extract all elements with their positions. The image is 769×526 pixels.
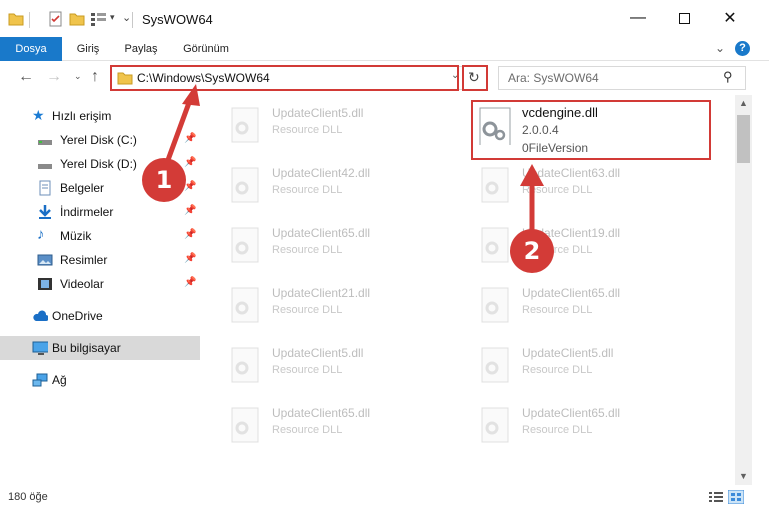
arrow-2-head [520, 164, 544, 186]
callout-2: 2 [510, 229, 554, 273]
arrow-1-head [182, 84, 200, 106]
callout-arrows [165, 84, 544, 232]
callout-1: 1 [142, 158, 186, 202]
arrow-1 [165, 99, 193, 161]
